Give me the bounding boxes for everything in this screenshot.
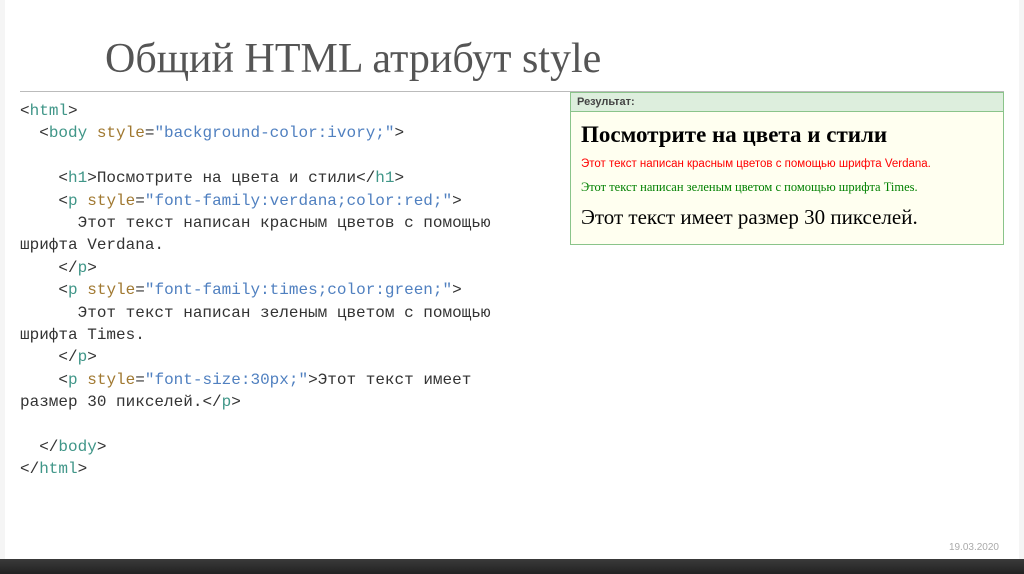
result-h1: Посмотрите на цвета и стили: [581, 122, 993, 148]
code-p1-text-a: Этот текст написан красным цветов с помо…: [20, 214, 490, 232]
result-body: Посмотрите на цвета и стили Этот текст н…: [571, 112, 1003, 244]
result-green-text: Этот текст написан зеленым цветом с помо…: [581, 180, 993, 195]
result-box: Результат: Посмотрите на цвета и стили Э…: [570, 92, 1004, 245]
code-p2-text-a: Этот текст написан зеленым цветом с помо…: [20, 304, 490, 322]
slide: Общий HTML атрибут style <html> <body st…: [5, 0, 1019, 559]
slide-title: Общий HTML атрибут style: [105, 35, 1019, 83]
result-red-text: Этот текст написан красным цветов с помо…: [581, 158, 993, 170]
result-header: Результат:: [571, 93, 1003, 112]
code-block: <html> <body style="background-color:ivo…: [20, 100, 550, 481]
code-val-p3: "font-size:30px;": [145, 371, 308, 389]
bottom-strip: [0, 559, 1024, 574]
footer-date: 19.03.2020: [949, 542, 999, 553]
code-p3-text: Этот текст имеет: [318, 371, 472, 389]
code-p3-text-b: размер 30 пикселей.: [20, 393, 202, 411]
code-attr-style: style: [97, 124, 145, 142]
result-pane: Результат: Посмотрите на цвета и стили Э…: [570, 92, 1004, 481]
code-p2-text-b: шрифта Times.: [20, 326, 145, 344]
content-row: <html> <body style="background-color:ivo…: [5, 100, 1019, 481]
code-p1-text-b: шрифта Verdana.: [20, 236, 164, 254]
result-big-text: Этот текст имеет размер 30 пикселей.: [581, 205, 993, 230]
code-val-p1: "font-family:verdana;color:red;": [145, 192, 452, 210]
code-h1-text: Посмотрите на цвета и стили: [97, 169, 356, 187]
code-val-p2: "font-family:times;color:green;": [145, 281, 452, 299]
code-tag-html: html: [30, 102, 68, 120]
code-val-body: "background-color:ivory;": [154, 124, 394, 142]
code-tag-body: body: [49, 124, 87, 142]
